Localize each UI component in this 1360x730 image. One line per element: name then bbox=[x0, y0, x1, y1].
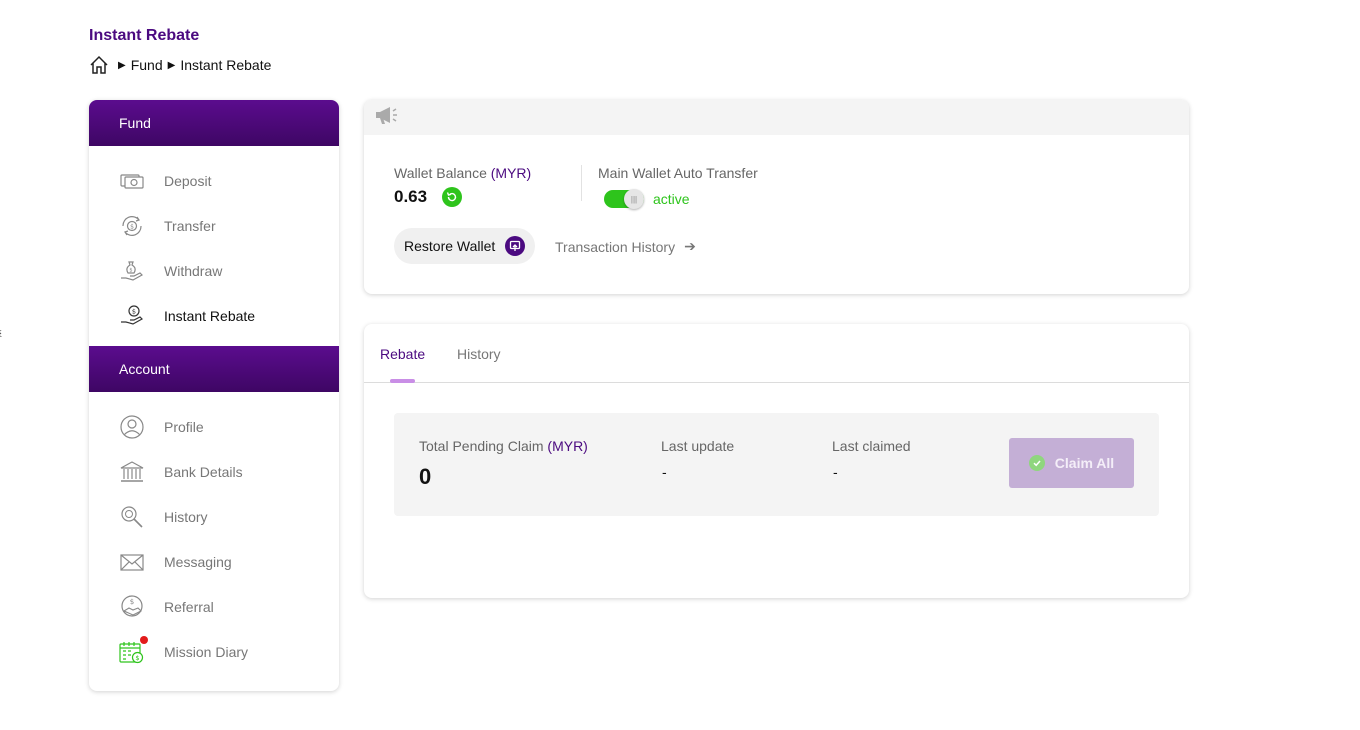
megaphone-icon[interactable] bbox=[374, 104, 398, 131]
tab-history[interactable]: History bbox=[457, 346, 501, 362]
wallet-balance-value: 0.63 bbox=[394, 187, 428, 206]
auto-transfer-toggle[interactable]: ||| bbox=[604, 189, 644, 209]
tab-rebate[interactable]: Rebate bbox=[380, 346, 425, 362]
instant-rebate-icon: $ bbox=[119, 303, 145, 329]
breadcrumb-separator: ▶ bbox=[167, 59, 176, 71]
sidebar-item-label: Referral bbox=[164, 598, 214, 615]
sidebar-item-instant-rebate[interactable]: $ Instant Rebate bbox=[89, 293, 339, 338]
stray-glyph: ଽ bbox=[0, 328, 3, 340]
sidebar-item-label: Withdraw bbox=[164, 262, 223, 279]
breadcrumb-instant-rebate: Instant Rebate bbox=[180, 57, 272, 73]
referral-icon: $ bbox=[119, 594, 145, 620]
withdraw-icon: $ bbox=[119, 258, 145, 284]
page-title: Instant Rebate bbox=[89, 27, 200, 44]
sidebar-item-label: Profile bbox=[164, 418, 204, 435]
active-tab-indicator bbox=[390, 379, 415, 383]
check-circle-icon bbox=[1028, 455, 1045, 471]
sidebar-item-label: Transfer bbox=[164, 217, 216, 234]
rebate-tabs: Rebate History bbox=[364, 324, 1189, 383]
breadcrumb-fund[interactable]: Fund bbox=[131, 57, 163, 73]
sidebar-item-transfer[interactable]: $ Transfer bbox=[89, 203, 339, 248]
profile-icon bbox=[119, 414, 145, 440]
sidebar-item-label: Bank Details bbox=[164, 463, 243, 480]
last-update-value: - bbox=[662, 464, 667, 480]
last-claimed-value: - bbox=[833, 464, 838, 480]
sidebar: Fund Deposit $ Transfer $ Withdraw $ Ins… bbox=[89, 100, 339, 691]
rebate-card: Rebate History Total Pending Claim (MYR)… bbox=[364, 324, 1189, 598]
auto-transfer-status: active bbox=[653, 191, 690, 207]
sidebar-item-messaging[interactable]: Messaging bbox=[89, 539, 339, 584]
transaction-history-label: Transaction History bbox=[555, 238, 676, 255]
svg-text:$: $ bbox=[130, 598, 134, 606]
breadcrumb: ▶ Fund ▶ Instant Rebate bbox=[89, 55, 271, 75]
claim-all-button[interactable]: Claim All bbox=[1009, 438, 1134, 488]
sidebar-item-label: Instant Rebate bbox=[164, 307, 256, 324]
home-icon[interactable] bbox=[89, 55, 109, 75]
wallet-divider bbox=[581, 165, 582, 201]
claim-panel: Total Pending Claim (MYR) 0 Last update … bbox=[394, 413, 1159, 516]
transfer-icon: $ bbox=[119, 213, 145, 239]
svg-text:$: $ bbox=[132, 307, 136, 315]
wallet-card: Wallet Balance (MYR) 0.63 Main Wallet Au… bbox=[364, 100, 1189, 294]
toggle-knob: ||| bbox=[624, 189, 644, 209]
envelope-icon bbox=[119, 549, 145, 575]
sidebar-item-profile[interactable]: Profile bbox=[89, 404, 339, 449]
total-pending-claim-text: Total Pending Claim bbox=[419, 438, 544, 454]
auto-transfer-label: Main Wallet Auto Transfer bbox=[598, 165, 758, 181]
sidebar-section-account: Account bbox=[89, 346, 339, 392]
calendar-money-icon: $ bbox=[119, 635, 148, 665]
deposit-icon bbox=[119, 168, 145, 194]
sidebar-item-withdraw[interactable]: $ Withdraw bbox=[89, 248, 339, 293]
announcement-bar bbox=[364, 100, 1189, 135]
restore-icon bbox=[505, 236, 526, 256]
sidebar-item-mission-diary[interactable]: $ Mission Diary bbox=[89, 629, 339, 674]
svg-text:$: $ bbox=[129, 267, 132, 273]
wallet-balance: 0.63 bbox=[394, 187, 463, 207]
sidebar-item-referral[interactable]: $ Referral bbox=[89, 584, 339, 629]
sidebar-item-label: Messaging bbox=[164, 553, 232, 570]
bank-icon bbox=[119, 459, 145, 485]
restore-wallet-button[interactable]: Restore Wallet bbox=[394, 228, 536, 264]
sidebar-item-label: History bbox=[164, 508, 208, 525]
total-pending-claim-label: Total Pending Claim (MYR) bbox=[419, 438, 588, 454]
svg-text:$: $ bbox=[135, 654, 139, 662]
wallet-balance-label: Wallet Balance (MYR) bbox=[394, 165, 531, 181]
history-icon bbox=[119, 504, 145, 530]
sidebar-item-label: Mission Diary bbox=[164, 643, 249, 660]
sidebar-item-history[interactable]: History bbox=[89, 494, 339, 539]
restore-wallet-label: Restore Wallet bbox=[404, 238, 496, 254]
notification-dot bbox=[140, 635, 148, 644]
refresh-button[interactable] bbox=[442, 187, 463, 207]
sidebar-item-label: Deposit bbox=[164, 172, 212, 189]
wallet-balance-label-text: Wallet Balance bbox=[394, 165, 487, 181]
last-claimed-label: Last claimed bbox=[832, 438, 911, 454]
total-pending-currency: (MYR) bbox=[547, 438, 588, 454]
arrow-right-icon: ➔ bbox=[684, 238, 696, 254]
sidebar-item-deposit[interactable]: Deposit bbox=[89, 158, 339, 203]
refresh-icon bbox=[446, 192, 457, 202]
transaction-history-link[interactable]: Transaction History ➔ bbox=[555, 238, 696, 255]
sidebar-section-fund: Fund bbox=[89, 100, 339, 146]
breadcrumb-separator: ▶ bbox=[118, 59, 126, 71]
svg-text:$: $ bbox=[130, 223, 134, 230]
total-pending-claim-value: 0 bbox=[419, 464, 432, 489]
sidebar-item-bank-details[interactable]: Bank Details bbox=[89, 449, 339, 494]
wallet-currency: (MYR) bbox=[490, 165, 532, 181]
claim-all-label: Claim All bbox=[1054, 455, 1115, 471]
last-update-label: Last update bbox=[661, 438, 735, 454]
